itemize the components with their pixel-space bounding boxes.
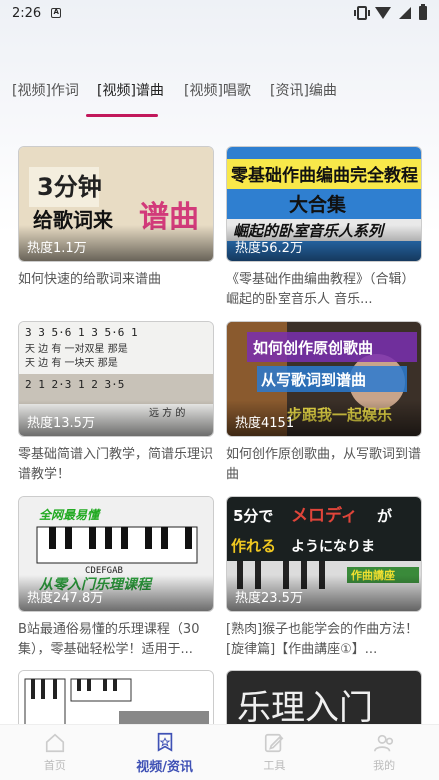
- svg-text:メロディ: メロディ: [291, 505, 358, 526]
- category-tabs: [视频]作词 [视频]谱曲 [视频]唱歌 [资讯]编曲: [0, 76, 439, 120]
- nav-tools[interactable]: 工具: [220, 725, 330, 780]
- heat-count: 热度56.2万: [227, 225, 421, 261]
- svg-text:从写歌词到谱曲: 从写歌词到谱曲: [261, 371, 366, 389]
- heat-count: 热度13.5万: [19, 400, 213, 436]
- svg-text:全网最易懂: 全网最易懂: [39, 508, 102, 522]
- video-thumbnail: 3分钟 给歌词来 谱曲 热度1.1万: [18, 146, 214, 262]
- nav-label: 首页: [43, 759, 66, 772]
- nav-home[interactable]: 首页: [0, 725, 110, 780]
- nav-label: 工具: [263, 759, 286, 772]
- video-title: 《零基础作曲编曲教程》（合辑）崛起的卧室音乐人 音乐...: [226, 272, 415, 307]
- video-title: 零基础简谱入门教学，简谱乐理识谱教学！: [18, 447, 214, 482]
- video-title: 如何创作原创歌曲，从写歌词到谱曲: [226, 447, 422, 482]
- svg-text:如何创作原创歌曲: 如何创作原创歌曲: [253, 339, 373, 357]
- vibrate-icon: [354, 6, 370, 20]
- status-bar: 2:26 A: [0, 0, 439, 26]
- svg-text:が: が: [377, 507, 393, 525]
- video-title: B站最通俗易懂的乐理课程（30集），零基础轻松学！适用于...: [18, 622, 200, 657]
- svg-text:天 边 有 一对双星 那是: 天 边 有 一对双星 那是: [25, 342, 128, 355]
- svg-text:3 3 5·6 1 3 5·6 1: 3 3 5·6 1 3 5·6 1: [25, 326, 138, 339]
- video-title: 如何快速的给歌词来谱曲: [18, 272, 162, 287]
- video-title: [熟肉]猴子也能学会的作曲方法！[旋律篇]【作曲講座①】...: [226, 622, 419, 657]
- home-icon: [45, 733, 64, 753]
- thumbnail-text: 乐理入门: [237, 688, 373, 728]
- svg-text:5分で: 5分で: [233, 507, 273, 525]
- svg-text:ようになりま: ようになりま: [291, 539, 375, 555]
- user-icon: [374, 734, 394, 752]
- notification-icon: A: [51, 8, 62, 18]
- nav-profile[interactable]: 我的: [329, 725, 439, 780]
- svg-text:零基础作曲编曲完全教程: 零基础作曲编曲完全教程: [230, 165, 418, 186]
- tab-composing-video[interactable]: [视频]谱曲: [97, 80, 164, 100]
- edit-icon: [265, 733, 284, 753]
- tab-lyrics-video[interactable]: [视频]作词: [12, 80, 79, 100]
- video-thumbnail: 零基础作曲编曲完全教程 大合集 崛起的卧室音乐人系列 热度56.2万: [226, 146, 422, 262]
- svg-text:作れる: 作れる: [231, 537, 276, 555]
- nav-label: 我的: [373, 759, 396, 772]
- signal-icon: [399, 7, 411, 19]
- video-card[interactable]: 零基础作曲编曲完全教程 大合集 崛起的卧室音乐人系列 热度56.2万 《零基础作…: [226, 146, 422, 310]
- status-time: 2:26: [12, 5, 42, 21]
- video-card[interactable]: 5分で メロディ が 作れる ようになりま 作曲講座 热度23.5万 [熟肉]猴…: [226, 496, 422, 660]
- heat-count: 热度23.5万: [227, 575, 421, 611]
- video-thumbnail: 全网最易懂 CDEFGAB 从零入门乐理课程 热度247.8万: [18, 496, 214, 612]
- tab-arranging-news[interactable]: [资讯]编曲: [270, 80, 337, 100]
- video-card[interactable]: 如何创作原创歌曲 从写歌词到谱曲 步跟我一起娱乐 热度4151 如何创作原创歌曲…: [226, 321, 422, 485]
- heat-count: 热度247.8万: [19, 575, 213, 611]
- svg-text:大合集: 大合集: [289, 193, 347, 216]
- svg-text:3分钟: 3分钟: [37, 173, 102, 201]
- wifi-icon: [375, 7, 391, 19]
- video-bookmark-icon: [157, 732, 172, 752]
- video-card[interactable]: 3 3 5·6 1 3 5·6 1 天 边 有 一对双星 那是 天 边 有 一块…: [18, 321, 214, 485]
- video-thumbnail: 3 3 5·6 1 3 5·6 1 天 边 有 一对双星 那是 天 边 有 一块…: [18, 321, 214, 437]
- active-tab-indicator: [86, 114, 158, 117]
- video-thumbnail: 如何创作原创歌曲 从写歌词到谱曲 步跟我一起娱乐 热度4151: [226, 321, 422, 437]
- svg-text:2 1 2·3 1 2 3·5: 2 1 2·3 1 2 3·5: [25, 378, 124, 391]
- nav-video-news[interactable]: 视频/资讯: [110, 725, 220, 780]
- video-card[interactable]: 全网最易懂 CDEFGAB 从零入门乐理课程 热度247.8万 B站最通俗易懂的…: [18, 496, 214, 660]
- video-thumbnail: 5分で メロディ が 作れる ようになりま 作曲講座 热度23.5万: [226, 496, 422, 612]
- nav-label: 视频/资讯: [136, 759, 193, 775]
- heat-count: 热度1.1万: [19, 225, 213, 261]
- svg-text:天 边 有 一块天 那是: 天 边 有 一块天 那是: [25, 356, 118, 369]
- heat-count: 热度4151: [227, 400, 421, 436]
- video-card[interactable]: 3分钟 给歌词来 谱曲 热度1.1万 如何快速的给歌词来谱曲: [18, 146, 214, 310]
- bottom-navigation: 首页 视频/资讯 工具 我的: [0, 724, 439, 780]
- tab-singing-video[interactable]: [视频]唱歌: [184, 80, 251, 100]
- battery-icon: [419, 4, 427, 20]
